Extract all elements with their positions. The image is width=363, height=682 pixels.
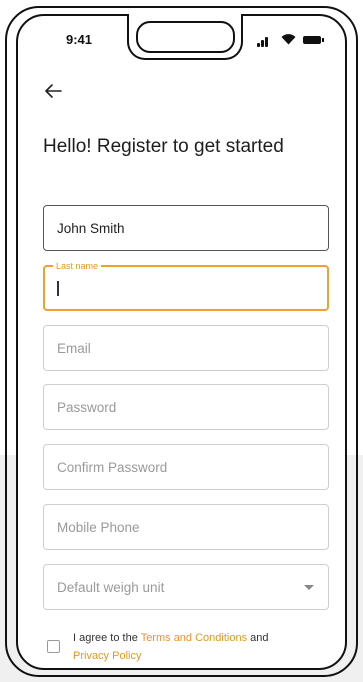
first-name-value: John Smith <box>57 220 125 236</box>
privacy-link[interactable]: Privacy Policy <box>73 650 141 662</box>
last-name-field[interactable]: Last name <box>43 260 329 311</box>
agree-checkbox[interactable] <box>47 640 60 653</box>
wifi-icon <box>281 34 296 45</box>
email-field[interactable]: Email <box>43 325 329 371</box>
mobile-phone-field[interactable]: Mobile Phone <box>43 504 329 550</box>
agreement-text: I agree to the Terms and Conditions and … <box>73 629 323 665</box>
status-icons <box>257 33 325 47</box>
dropdown-arrow-icon <box>304 585 314 590</box>
confirm-password-field[interactable]: Confirm Password <box>43 444 329 490</box>
notch-inner <box>136 21 235 53</box>
battery-icon <box>303 36 321 44</box>
status-time: 9:41 <box>66 32 93 47</box>
confirm-password-placeholder: Confirm Password <box>57 459 168 475</box>
mobile-phone-placeholder: Mobile Phone <box>57 519 140 535</box>
terms-link[interactable]: Terms and Conditions <box>141 632 247 644</box>
email-placeholder: Email <box>57 340 91 356</box>
password-field[interactable]: Password <box>43 384 329 430</box>
page-title: Hello! Register to get started <box>43 136 284 157</box>
password-placeholder: Password <box>57 399 117 415</box>
first-name-field[interactable]: John Smith <box>43 205 329 251</box>
weigh-unit-placeholder: Default weigh unit <box>57 579 165 595</box>
weigh-unit-select[interactable]: Default weigh unit <box>43 564 329 610</box>
text-caret <box>57 281 59 296</box>
agreement-and: and <box>247 632 269 644</box>
last-name-label: Last name <box>53 260 102 272</box>
back-arrow-icon[interactable] <box>44 83 62 99</box>
agreement-prefix: I agree to the <box>73 632 141 644</box>
